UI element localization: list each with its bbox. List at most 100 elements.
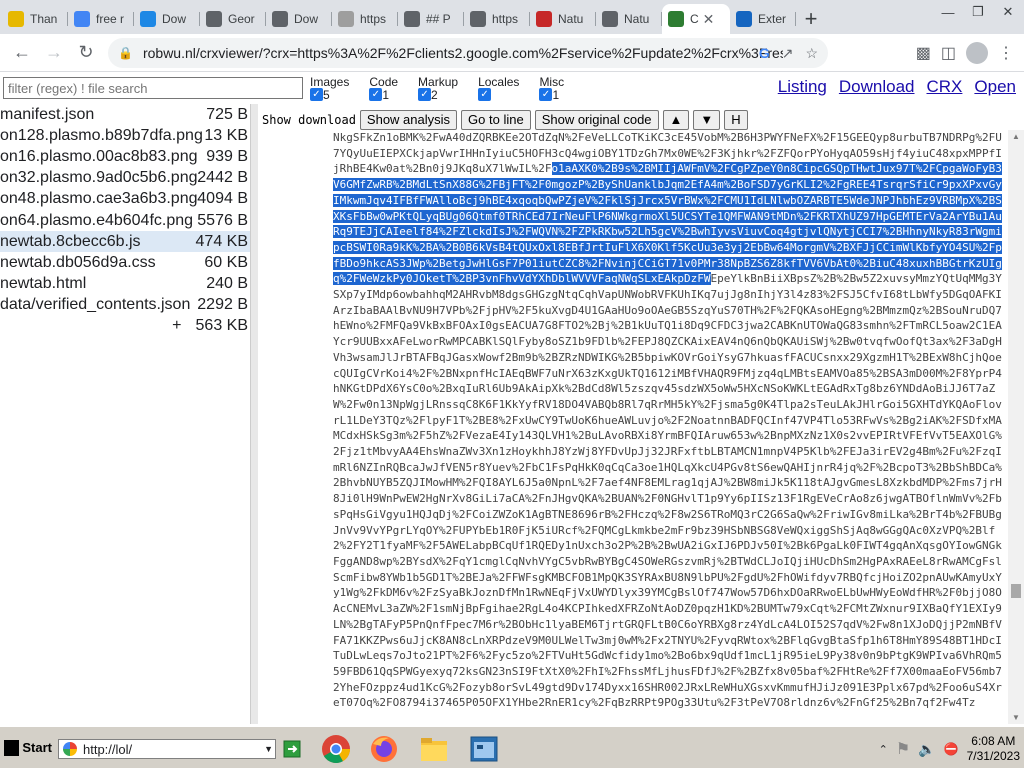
browser-tab[interactable]: Dow bbox=[134, 4, 200, 34]
tab-title: Dow bbox=[294, 12, 319, 26]
file-name: newtab.db056d9a.css bbox=[0, 253, 156, 271]
browser-tab[interactable]: C ✕ bbox=[662, 4, 730, 34]
link-open[interactable]: Open bbox=[974, 77, 1016, 97]
file-row[interactable]: data/verified_contents.json 2292 B bbox=[0, 295, 250, 316]
address-bar[interactable]: 🔒 robwu.nl/crxviewer/?crx=https%3A%2F%2F… bbox=[108, 38, 828, 68]
category-misc[interactable]: Misc ✓ 1 bbox=[539, 76, 564, 102]
checkbox-icon[interactable]: ✓ bbox=[369, 88, 383, 102]
file-name: on128.plasmo.b89b7dfa.png bbox=[0, 126, 203, 144]
browser-tab[interactable]: Dow bbox=[266, 4, 332, 34]
side-panel-icon[interactable]: ◫ bbox=[941, 43, 956, 63]
file-row[interactable]: on32.plasmo.9ad0c5b6.png 2442 B bbox=[0, 168, 250, 189]
next-match-button[interactable]: ▼ bbox=[693, 110, 721, 130]
url-text[interactable]: robwu.nl/crxviewer/?crx=https%3A%2F%2Fcl… bbox=[143, 45, 783, 61]
checkbox-icon[interactable]: ✓ bbox=[539, 88, 553, 102]
h-button[interactable]: H bbox=[724, 110, 748, 130]
category-markup[interactable]: Markup ✓ 2 bbox=[418, 76, 458, 102]
scroll-thumb[interactable] bbox=[1011, 584, 1021, 598]
code-after: EpeYlkBnBiiXBpsZ%2B%2Bw5Z2xuvsyMmzYQtUqM… bbox=[333, 272, 1002, 710]
app-window-icon[interactable] bbox=[466, 731, 502, 767]
reload-button[interactable]: ↻ bbox=[70, 37, 102, 69]
puzzle-icon bbox=[736, 11, 752, 27]
tray-expand-icon[interactable]: ⌃ bbox=[879, 743, 888, 756]
checkbox-icon[interactable]: ✓ bbox=[478, 88, 492, 102]
file-row[interactable]: newtab.db056d9a.css 60 KB bbox=[0, 252, 250, 273]
browser-tab[interactable]: https bbox=[332, 4, 398, 34]
menu-kebab-icon[interactable]: ⋮ bbox=[998, 43, 1014, 63]
close-window-icon[interactable]: ✕ bbox=[994, 2, 1022, 22]
clock[interactable]: 6:08 AM 7/31/2023 bbox=[967, 734, 1020, 764]
new-tab-button[interactable]: + bbox=[796, 4, 826, 34]
checkbox-icon[interactable]: ✓ bbox=[418, 88, 432, 102]
scroll-down-icon[interactable]: ▼ bbox=[1012, 713, 1020, 722]
file-row[interactable]: on16.plasmo.00ac8b83.png 939 B bbox=[0, 146, 250, 167]
category-code[interactable]: Code ✓ 1 bbox=[369, 75, 399, 102]
go-to-line-button[interactable]: Go to line bbox=[461, 110, 531, 130]
browser-tab[interactable]: Natu bbox=[530, 4, 596, 34]
window-controls: — ❐ ✕ bbox=[934, 0, 1024, 22]
previous-match-button[interactable]: ▲ bbox=[662, 110, 690, 130]
taskbar-address-bar[interactable]: http://lol/ ▼ bbox=[58, 739, 276, 759]
file-name: manifest.json bbox=[0, 105, 95, 123]
category-images[interactable]: Images ✓ 5 bbox=[310, 75, 350, 102]
google-lens-icon[interactable]: G bbox=[759, 45, 770, 62]
show-original-code-button[interactable]: Show original code bbox=[534, 110, 659, 130]
bookmark-star-icon[interactable]: ☆ bbox=[805, 45, 818, 62]
code-scrollbar[interactable]: ▲ ▼ bbox=[1008, 130, 1024, 724]
file-row[interactable]: manifest.json 725 B bbox=[0, 104, 250, 125]
start-label: Start bbox=[22, 740, 52, 755]
go-icon[interactable] bbox=[282, 731, 302, 767]
file-name: on48.plasmo.cae3a6b3.png bbox=[0, 190, 198, 208]
file-row[interactable]: newtab.8cbecc6b.js 474 KB bbox=[0, 231, 250, 253]
close-tab-icon[interactable]: ✕ bbox=[703, 11, 715, 28]
profile-avatar[interactable] bbox=[966, 42, 988, 64]
browser-tab[interactable]: Natu bbox=[596, 4, 662, 34]
code-toolbar: Show download Show analysis Go to line S… bbox=[262, 110, 748, 130]
browser-tab[interactable]: Exter bbox=[730, 4, 796, 34]
code-viewer[interactable]: NkgSFkZn1oBMK%2FwA40dZQRBKEe2OTdZqN%2FeV… bbox=[258, 130, 1008, 724]
file-row[interactable]: newtab.html 240 B bbox=[0, 274, 250, 295]
browser-tab[interactable]: https bbox=[464, 4, 530, 34]
browser-tab[interactable]: free r bbox=[68, 4, 134, 34]
file-name: on32.plasmo.9ad0c5b6.png bbox=[0, 169, 198, 187]
tab-title: free r bbox=[96, 12, 125, 26]
scroll-up-icon[interactable]: ▲ bbox=[1012, 132, 1020, 141]
page-icon bbox=[536, 11, 552, 27]
file-explorer-icon[interactable] bbox=[416, 731, 452, 767]
globe-icon bbox=[470, 11, 486, 27]
browser-tab[interactable]: Geor bbox=[200, 4, 266, 34]
back-button[interactable]: ← bbox=[6, 37, 38, 69]
forward-button[interactable]: → bbox=[38, 37, 70, 69]
chrome-taskbar-icon[interactable] bbox=[318, 731, 354, 767]
link-crx[interactable]: CRX bbox=[927, 77, 963, 97]
volume-icon[interactable]: 🔈 bbox=[918, 741, 935, 758]
code-text[interactable]: NkgSFkZn1oBMK%2FwA40dZQRBKEe2OTdZqN%2FeV… bbox=[333, 130, 1005, 711]
file-row[interactable]: on48.plasmo.cae3a6b3.png 4094 B bbox=[0, 189, 250, 210]
taskbar-address-text[interactable]: http://lol/ bbox=[83, 742, 132, 757]
alert-icon[interactable]: ⛔ bbox=[944, 742, 959, 756]
category-label: Code bbox=[369, 75, 399, 89]
browser-tab[interactable]: Than bbox=[2, 4, 68, 34]
category-locales[interactable]: Locales ✓ bbox=[478, 76, 519, 102]
firefox-taskbar-icon[interactable] bbox=[366, 731, 402, 767]
dropdown-arrow-icon[interactable]: ▼ bbox=[264, 744, 273, 754]
restore-icon[interactable]: ❐ bbox=[964, 2, 992, 22]
minimize-icon[interactable]: — bbox=[934, 2, 962, 22]
share-icon[interactable]: ↗ bbox=[782, 45, 794, 62]
show-analysis-button[interactable]: Show analysis bbox=[359, 110, 458, 130]
file-row[interactable]: on64.plasmo.e4b604fc.png 5576 B bbox=[0, 210, 250, 231]
category-label: Images bbox=[310, 75, 350, 89]
start-button[interactable]: Start bbox=[2, 731, 52, 765]
link-listing[interactable]: Listing bbox=[778, 77, 827, 97]
extensions-puzzle-icon[interactable]: ▩ bbox=[916, 43, 931, 63]
file-row[interactable]: on128.plasmo.b89b7dfa.png 13 KB bbox=[0, 125, 250, 146]
network-icon[interactable]: ⚑ bbox=[896, 739, 910, 759]
panel-splitter[interactable] bbox=[250, 104, 258, 724]
show-download-label[interactable]: Show download bbox=[262, 113, 356, 127]
category-count: 5 bbox=[323, 87, 330, 102]
filter-input[interactable] bbox=[3, 77, 303, 99]
checkbox-icon[interactable]: ✓ bbox=[310, 88, 323, 102]
clock-time: 6:08 AM bbox=[971, 734, 1016, 748]
browser-tab[interactable]: ## P bbox=[398, 4, 464, 34]
link-download[interactable]: Download bbox=[839, 77, 915, 97]
